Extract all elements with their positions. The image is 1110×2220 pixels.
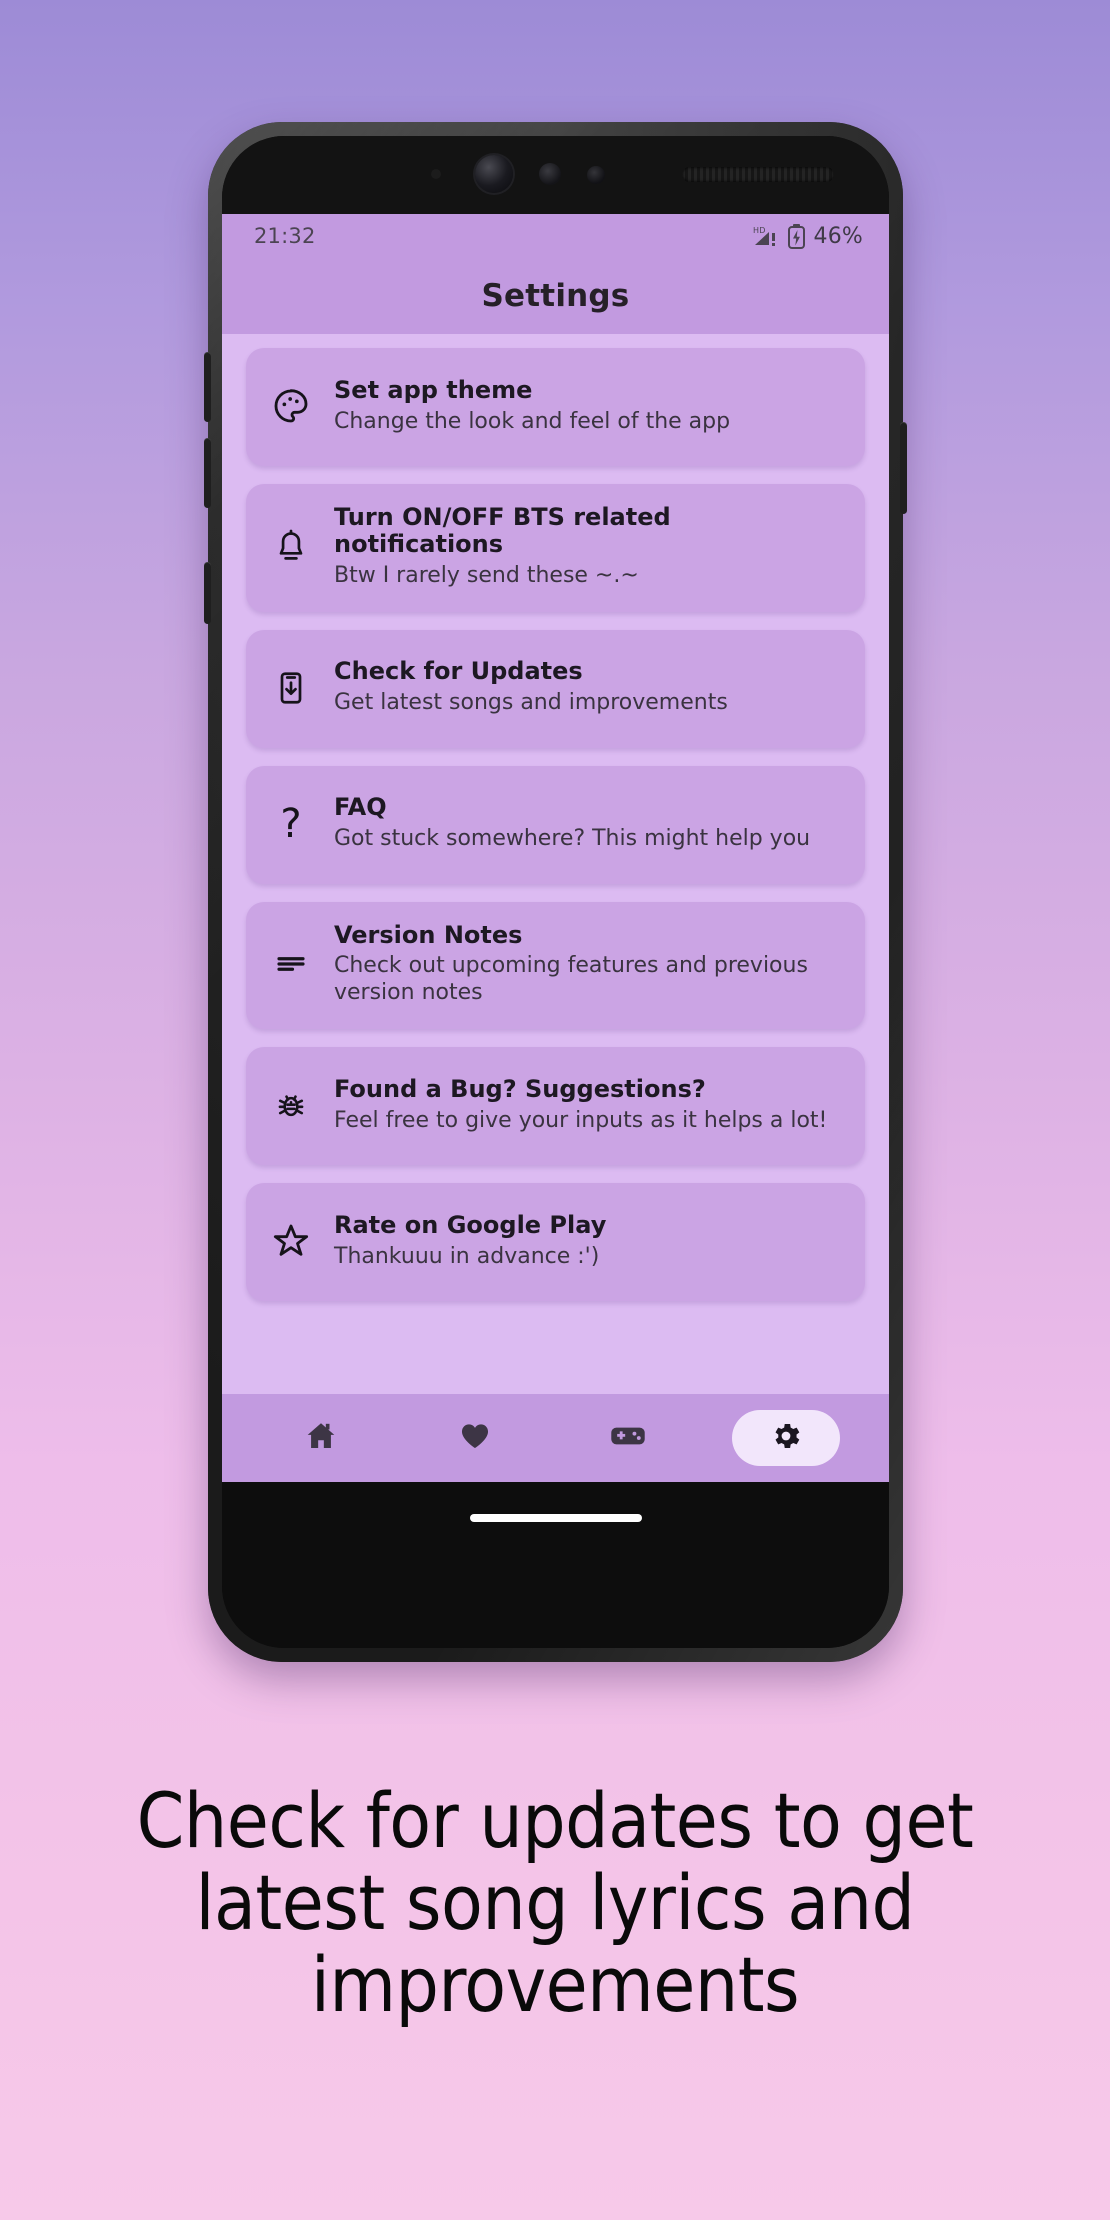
settings-item-set-app-theme[interactable]: Set app theme Change the look and feel o… — [246, 348, 865, 466]
phone-download-icon — [268, 665, 314, 711]
settings-item-title: Version Notes — [334, 920, 523, 949]
nav-item-home[interactable] — [271, 1410, 371, 1466]
volume-down-button[interactable] — [204, 438, 211, 508]
settings-item-faq[interactable]: ? FAQ Got stuck somewhere? This might he… — [246, 765, 865, 884]
signal-hd-icon: HD — [753, 225, 779, 247]
heart-icon — [458, 1419, 492, 1457]
star-icon — [268, 1218, 314, 1264]
power-button[interactable] — [900, 422, 907, 514]
settings-item-check-for-updates[interactable]: Check for Updates Get latest songs and i… — [246, 629, 865, 748]
bug-icon — [268, 1082, 314, 1128]
settings-item-text: Check for Updates Get latest songs and i… — [334, 658, 728, 717]
settings-item-subtitle: Feel free to give your inputs as it help… — [334, 1107, 828, 1133]
proximity-sensor-icon — [431, 169, 441, 179]
settings-item-rate-on-google-play[interactable]: Rate on Google Play Thankuuu in advance … — [246, 1183, 865, 1302]
gamepad-icon — [610, 1421, 646, 1455]
light-sensor-icon — [587, 166, 605, 184]
settings-item-title: Turn ON/OFF BTS related notifications — [334, 503, 671, 558]
volume-up-button[interactable] — [204, 352, 211, 422]
settings-item-text: Version Notes Check out upcoming feature… — [334, 920, 843, 1008]
question-mark-icon: ? — [268, 801, 314, 847]
bottom-navigation-bar[interactable] — [222, 1394, 889, 1482]
settings-item-subtitle: Get latest songs and improvements — [334, 690, 728, 716]
settings-item-subtitle: Check out upcoming features and previous… — [334, 953, 808, 1006]
settings-item-text: Set app theme Change the look and feel o… — [334, 375, 731, 436]
front-camera-icon — [475, 155, 513, 193]
battery-charging-icon — [787, 223, 805, 249]
phone-screen-area: 21:32 HD 46% Settings Set app theme Chan… — [222, 136, 889, 1648]
status-bar-indicators: HD 46% — [753, 223, 864, 249]
settings-item-text: Found a Bug? Suggestions? Feel free to g… — [334, 1074, 828, 1135]
settings-item-title: FAQ — [334, 793, 387, 822]
palette-icon — [268, 383, 314, 429]
settings-item-title: Check for Updates — [334, 657, 583, 686]
bell-icon — [268, 524, 314, 570]
settings-item-subtitle: Change the look and feel of the app — [334, 408, 731, 434]
app-bar: Settings — [222, 258, 889, 334]
nav-item-games[interactable] — [578, 1410, 678, 1466]
gear-icon — [769, 1419, 803, 1457]
settings-item-text: FAQ Got stuck somewhere? This might help… — [334, 794, 810, 853]
settings-item-title: Rate on Google Play — [334, 1210, 607, 1239]
settings-item-text: Turn ON/OFF BTS related notifications Bt… — [334, 504, 843, 590]
earpiece-speaker-icon — [682, 167, 834, 182]
svg-text:HD: HD — [753, 226, 766, 235]
settings-item-notifications[interactable]: Turn ON/OFF BTS related notifications Bt… — [246, 484, 865, 612]
status-bar-clock: 21:32 — [254, 224, 316, 248]
app-screen: 21:32 HD 46% Settings Set app theme Chan… — [222, 214, 889, 1482]
home-icon — [304, 1419, 338, 1457]
home-indicator[interactable] — [469, 1514, 642, 1522]
phone-top-sensor-strip — [222, 136, 889, 214]
settings-item-subtitle: Thankuuu in advance :') — [334, 1243, 600, 1269]
nav-item-favourites[interactable] — [425, 1410, 525, 1466]
settings-item-subtitle: Btw I rarely send these ~.~ — [334, 562, 639, 588]
iris-scanner-icon — [539, 163, 561, 185]
settings-item-text: Rate on Google Play Thankuuu in advance … — [334, 1210, 607, 1271]
settings-item-subtitle: Got stuck somewhere? This might help you — [334, 826, 811, 852]
list-lines-icon — [268, 941, 314, 987]
status-bar: 21:32 HD 46% — [222, 214, 889, 258]
settings-item-title: Found a Bug? Suggestions? — [334, 1074, 706, 1103]
settings-list[interactable]: Set app theme Change the look and feel o… — [222, 334, 889, 1394]
phone-bottom-chin — [222, 1482, 889, 1648]
settings-item-found-a-bug[interactable]: Found a Bug? Suggestions? Feel free to g… — [246, 1047, 865, 1166]
battery-percent-label: 46% — [813, 223, 863, 249]
question-mark-glyph: ? — [280, 800, 302, 847]
promo-caption: Check for updates to get latest song lyr… — [136, 1776, 974, 2030]
page-title: Settings — [481, 278, 630, 314]
settings-item-title: Set app theme — [334, 375, 533, 404]
settings-item-version-notes[interactable]: Version Notes Check out upcoming feature… — [246, 901, 865, 1030]
assistant-button[interactable] — [204, 562, 211, 624]
phone-mockup: 21:32 HD 46% Settings Set app theme Chan… — [204, 122, 907, 1662]
nav-item-settings[interactable] — [732, 1410, 841, 1466]
